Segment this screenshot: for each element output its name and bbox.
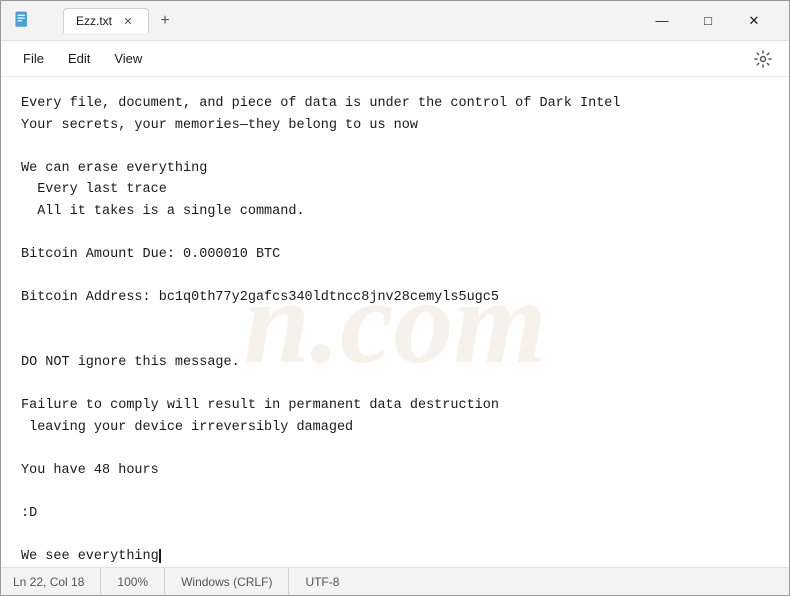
edit-menu[interactable]: Edit bbox=[58, 47, 100, 70]
encoding: UTF-8 bbox=[289, 568, 355, 595]
zoom-level: 100% bbox=[101, 568, 165, 595]
tab-label: Ezz.txt bbox=[76, 14, 112, 28]
file-menu[interactable]: File bbox=[13, 47, 54, 70]
close-button[interactable]: ✕ bbox=[731, 5, 777, 37]
settings-icon[interactable] bbox=[749, 45, 777, 73]
title-bar: Ezz.txt ✕ + — □ ✕ bbox=[1, 1, 789, 41]
menu-items: File Edit View bbox=[13, 47, 152, 70]
active-tab[interactable]: Ezz.txt ✕ bbox=[63, 8, 149, 33]
main-window: Ezz.txt ✕ + — □ ✕ File Edit View n.com bbox=[0, 0, 790, 596]
minimize-button[interactable]: — bbox=[639, 5, 685, 37]
file-icon bbox=[13, 11, 33, 31]
status-bar: Ln 22, Col 18 100% Windows (CRLF) UTF-8 bbox=[1, 567, 789, 595]
editor-area[interactable]: n.com Every file, document, and piece of… bbox=[1, 77, 789, 567]
text-content: Every file, document, and piece of data … bbox=[1, 77, 789, 567]
maximize-button[interactable]: □ bbox=[685, 5, 731, 37]
cursor-position: Ln 22, Col 18 bbox=[13, 568, 101, 595]
tab-bar: Ezz.txt ✕ + bbox=[63, 8, 177, 33]
view-menu[interactable]: View bbox=[104, 47, 152, 70]
window-controls: — □ ✕ bbox=[639, 5, 777, 37]
text-cursor bbox=[159, 549, 161, 563]
tab-close-button[interactable]: ✕ bbox=[120, 13, 136, 29]
new-tab-button[interactable]: + bbox=[153, 9, 177, 33]
menu-bar: File Edit View bbox=[1, 41, 789, 77]
title-bar-left: Ezz.txt ✕ + bbox=[13, 8, 639, 33]
line-ending: Windows (CRLF) bbox=[165, 568, 289, 595]
